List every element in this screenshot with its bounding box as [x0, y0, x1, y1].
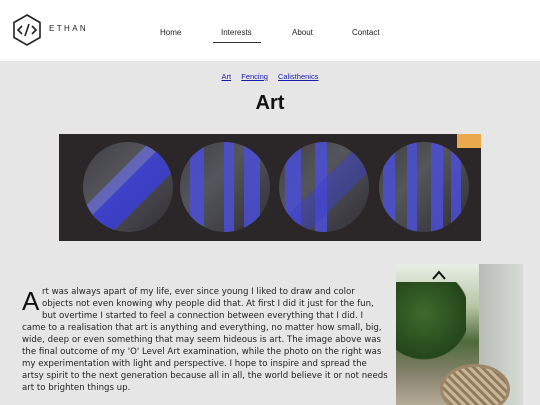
article-line: but overtime I started to feel a connect… [42, 311, 363, 321]
article-line: objects not even knowing why people did … [42, 299, 374, 309]
nav-about[interactable]: About [292, 28, 313, 37]
article-line: the final outcome of my 'O' Level Art ex… [22, 347, 382, 357]
subnav-art-link[interactable]: Art [222, 72, 232, 81]
site-header: ETHAN Home Interests About Contact [0, 0, 540, 61]
artwork-disc [180, 142, 270, 232]
subnav-fencing-link[interactable]: Fencing [241, 72, 268, 81]
article-line: came to a realisation that art is anythi… [22, 323, 382, 333]
article-line: art to brighten things up. [22, 383, 131, 393]
nav-home[interactable]: Home [160, 28, 181, 37]
artwork-image [59, 134, 481, 241]
article-line: rt was always apart of my life, ever sin… [42, 287, 355, 297]
article-line: wide, deep or even something that may se… [22, 335, 382, 345]
artwork-disc [83, 142, 173, 232]
logo-icon[interactable] [12, 14, 42, 46]
article-line: my experimentation with light and perspe… [22, 359, 367, 369]
artwork-disc [279, 142, 369, 232]
dropcap-letter: A [22, 286, 40, 316]
article-line: artsy spirit to the next generation beca… [22, 371, 388, 381]
subnav-calisthenics-link[interactable]: Calisthenics [278, 72, 318, 81]
chevron-up-icon[interactable] [430, 268, 448, 282]
page-title: Art [255, 92, 285, 114]
interest-subnav: Art Fencing Calisthenics [0, 72, 540, 81]
nav-active-underline [213, 42, 261, 43]
artwork-disc [379, 142, 469, 232]
nav-interests[interactable]: Interests [221, 28, 252, 37]
brand-name: ETHAN [49, 24, 89, 33]
garden-photo [396, 264, 523, 405]
nav-contact[interactable]: Contact [352, 28, 380, 37]
